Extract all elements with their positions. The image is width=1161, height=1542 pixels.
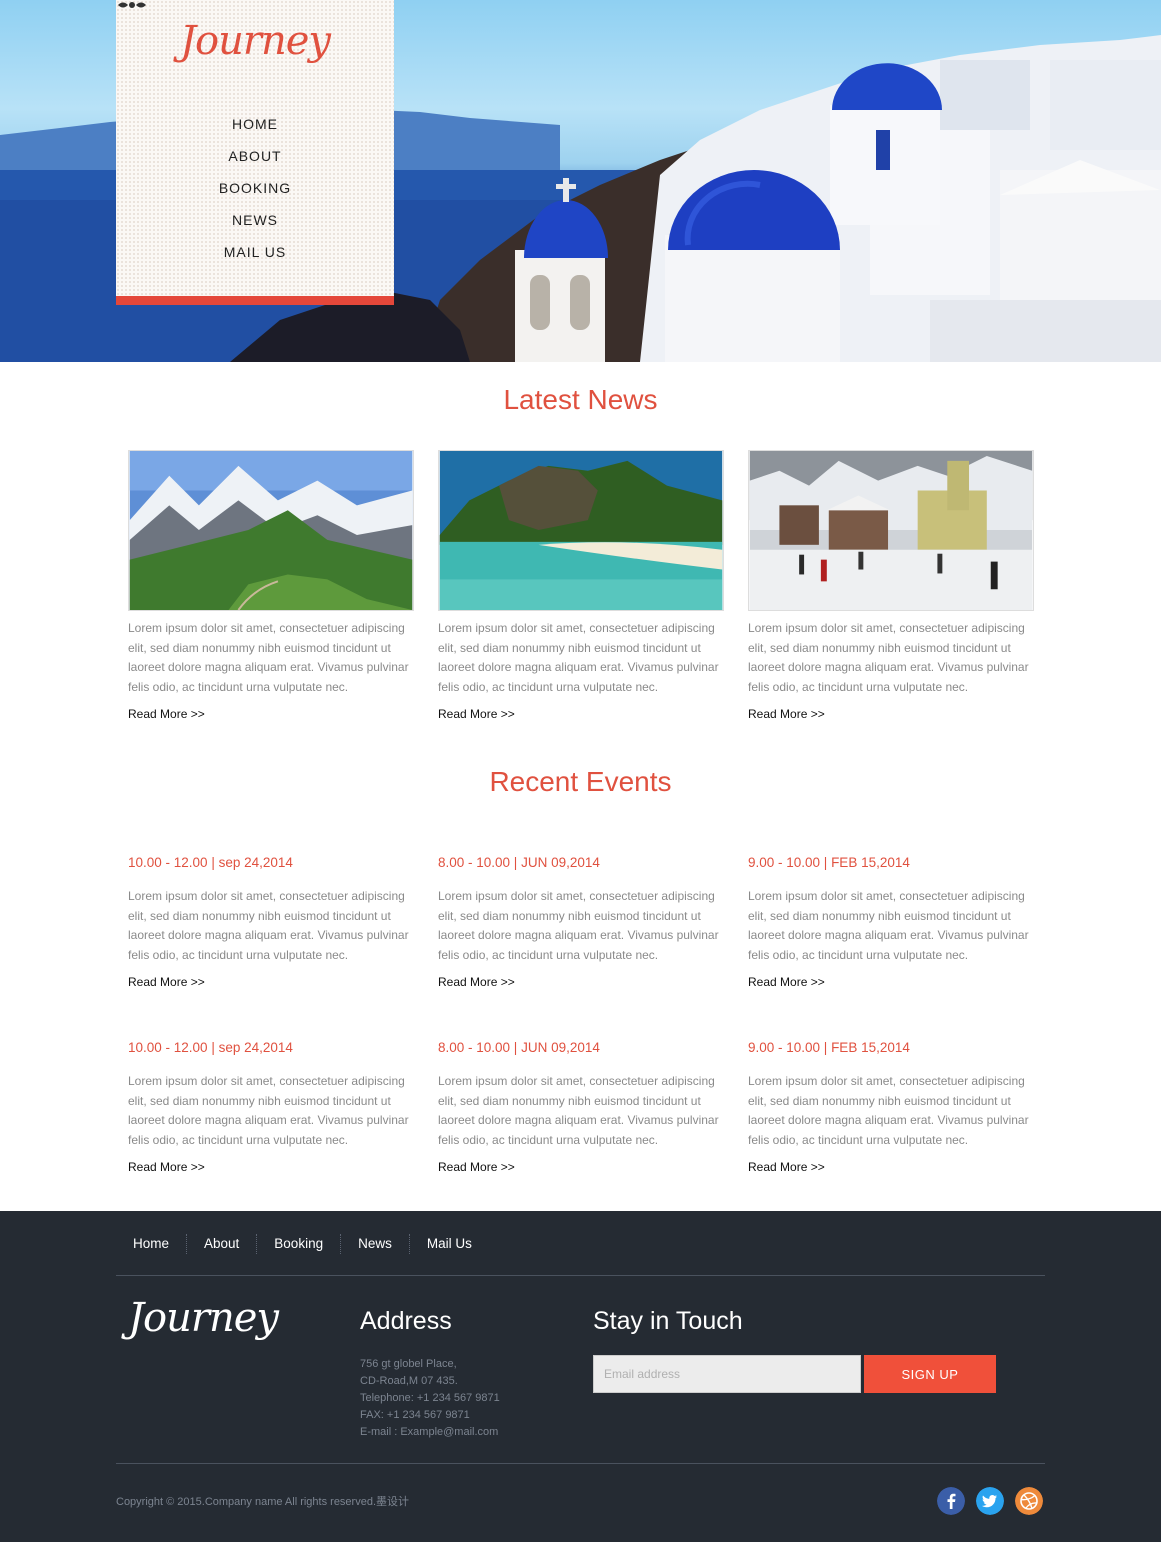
footer-nav-news[interactable]: News bbox=[341, 1234, 410, 1254]
dribbble-icon[interactable] bbox=[1015, 1487, 1043, 1515]
event-description: Lorem ipsum dolor sit amet, consectetuer… bbox=[748, 889, 1029, 962]
event-description: Lorem ipsum dolor sit amet, consectetuer… bbox=[128, 889, 409, 962]
footer-divider bbox=[116, 1275, 1045, 1276]
hero-banner: Journey HOME ABOUT BOOKING NEWS MAIL US bbox=[0, 0, 1161, 362]
event-description: Lorem ipsum dolor sit amet, consectetuer… bbox=[438, 889, 719, 962]
news-image-mountains[interactable] bbox=[128, 450, 414, 611]
news-excerpt: Lorem ipsum dolor sit amet, consectetuer… bbox=[438, 621, 719, 694]
address-line: CD-Road,M 07 435. bbox=[360, 1375, 458, 1387]
event-item: 9.00 - 10.00 | FEB 15,2014 Lorem ipsum d… bbox=[748, 855, 1038, 989]
news-excerpt: Lorem ipsum dolor sit amet, consectetuer… bbox=[748, 621, 1029, 694]
nav-item-news[interactable]: NEWS bbox=[116, 210, 394, 242]
recent-events-title: Recent Events bbox=[489, 766, 672, 797]
read-more-link[interactable]: Read More >> bbox=[748, 707, 1034, 721]
site-footer: Home About Booking News Mail Us Journey … bbox=[0, 1211, 1161, 1542]
read-more-link[interactable]: Read More >> bbox=[128, 1160, 418, 1174]
nav-item-booking[interactable]: BOOKING bbox=[116, 178, 394, 210]
event-description: Lorem ipsum dolor sit amet, consectetuer… bbox=[128, 1074, 409, 1147]
event-date: 10.00 - 12.00 | sep 24,2014 bbox=[128, 1040, 293, 1055]
footer-nav-about[interactable]: About bbox=[187, 1234, 258, 1254]
event-item: 10.00 - 12.00 | sep 24,2014 Lorem ipsum … bbox=[128, 855, 418, 989]
footer-nav-booking[interactable]: Booking bbox=[257, 1234, 342, 1254]
footer-nav-home[interactable]: Home bbox=[116, 1234, 188, 1254]
event-date: 9.00 - 10.00 | FEB 15,2014 bbox=[748, 855, 910, 870]
event-date: 10.00 - 12.00 | sep 24,2014 bbox=[128, 855, 293, 870]
news-image-beach[interactable] bbox=[438, 450, 724, 611]
facebook-icon[interactable] bbox=[937, 1487, 965, 1515]
event-date: 9.00 - 10.00 | FEB 15,2014 bbox=[748, 1040, 910, 1055]
event-item: 9.00 - 10.00 | FEB 15,2014 Lorem ipsum d… bbox=[748, 1040, 1038, 1174]
twitter-icon[interactable] bbox=[976, 1487, 1004, 1515]
stay-in-touch-title: Stay in Touch bbox=[593, 1307, 743, 1335]
event-date: 8.00 - 10.00 | JUN 09,2014 bbox=[438, 855, 600, 870]
address-block: 756 gt globel Place, CD-Road,M 07 435. T… bbox=[360, 1356, 500, 1441]
read-more-link[interactable]: Read More >> bbox=[438, 1160, 728, 1174]
read-more-link[interactable]: Read More >> bbox=[748, 1160, 1038, 1174]
main-menu-panel: Journey HOME ABOUT BOOKING NEWS MAIL US bbox=[116, 0, 394, 305]
newsletter-email-input[interactable] bbox=[593, 1355, 861, 1393]
ornament-divider-icon bbox=[118, 2, 146, 8]
news-card: Lorem ipsum dolor sit amet, consectetuer… bbox=[128, 450, 414, 721]
footer-divider bbox=[116, 1463, 1045, 1464]
read-more-link[interactable]: Read More >> bbox=[128, 975, 418, 989]
event-item: 8.00 - 10.00 | JUN 09,2014 Lorem ipsum d… bbox=[438, 1040, 728, 1174]
latest-news-title: Latest News bbox=[503, 384, 658, 415]
address-title: Address bbox=[360, 1307, 452, 1335]
menu-accent-bar bbox=[116, 296, 394, 305]
read-more-link[interactable]: Read More >> bbox=[128, 707, 414, 721]
email-line: E-mail : Example@mail.com bbox=[360, 1426, 499, 1438]
footer-logo[interactable]: Journey bbox=[128, 1295, 279, 1341]
news-excerpt: Lorem ipsum dolor sit amet, consectetuer… bbox=[128, 621, 409, 694]
news-card: Lorem ipsum dolor sit amet, consectetuer… bbox=[438, 450, 724, 721]
event-description: Lorem ipsum dolor sit amet, consectetuer… bbox=[438, 1074, 719, 1147]
read-more-link[interactable]: Read More >> bbox=[438, 975, 728, 989]
main-nav: HOME ABOUT BOOKING NEWS MAIL US bbox=[116, 114, 394, 274]
nav-item-home[interactable]: HOME bbox=[116, 114, 394, 146]
event-item: 8.00 - 10.00 | JUN 09,2014 Lorem ipsum d… bbox=[438, 855, 728, 989]
news-image-snow-town[interactable] bbox=[748, 450, 1034, 611]
address-line: 756 gt globel Place, bbox=[360, 1358, 457, 1370]
event-description: Lorem ipsum dolor sit amet, consectetuer… bbox=[748, 1074, 1029, 1147]
footer-nav-mail-us[interactable]: Mail Us bbox=[410, 1234, 489, 1254]
read-more-link[interactable]: Read More >> bbox=[438, 707, 724, 721]
nav-item-about[interactable]: ABOUT bbox=[116, 146, 394, 178]
event-item: 10.00 - 12.00 | sep 24,2014 Lorem ipsum … bbox=[128, 1040, 418, 1174]
fax-line: FAX: +1 234 567 9871 bbox=[360, 1409, 470, 1421]
news-card: Lorem ipsum dolor sit amet, consectetuer… bbox=[748, 450, 1034, 721]
copyright-text: Copyright © 2015.Company name All rights… bbox=[116, 1496, 410, 1508]
read-more-link[interactable]: Read More >> bbox=[748, 975, 1038, 989]
nav-item-mail-us[interactable]: MAIL US bbox=[116, 242, 394, 274]
footer-nav: Home About Booking News Mail Us bbox=[116, 1234, 489, 1254]
telephone-line: Telephone: +1 234 567 9871 bbox=[360, 1392, 500, 1404]
site-logo[interactable]: Journey bbox=[116, 18, 394, 64]
signup-button[interactable]: SIGN UP bbox=[864, 1355, 996, 1393]
event-date: 8.00 - 10.00 | JUN 09,2014 bbox=[438, 1040, 600, 1055]
